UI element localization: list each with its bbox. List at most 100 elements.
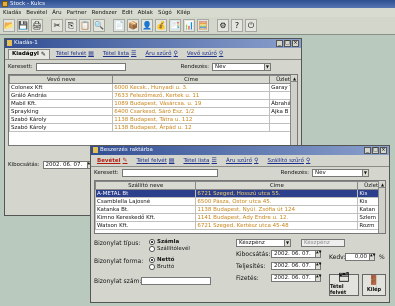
payment-select[interactable]: Készpénz ▼ xyxy=(236,239,291,247)
doc-number-input[interactable] xyxy=(141,277,211,285)
tab-kiadagyl[interactable]: Kiadágyl ✎ xyxy=(8,48,50,59)
chevron-down-icon[interactable]: ▼ xyxy=(361,169,369,177)
radio-szallitolevel[interactable]: Szállítólevél xyxy=(149,246,190,252)
cell-address: 6721 Szeged, Kertész utca 45-48 xyxy=(195,221,359,230)
payment-date-value: 2002. 06. 07. xyxy=(271,274,315,282)
scroll-up-icon[interactable]: ▲ xyxy=(379,181,385,188)
search-icon[interactable]: 🔍 xyxy=(93,19,105,32)
cell-address: 6000 Kecsk., Hunyadi u. 3. xyxy=(112,83,271,92)
cut-icon[interactable]: ✂ xyxy=(51,19,63,32)
tab-aru-szuro[interactable]: Áru szűrő ⚲ xyxy=(142,49,181,58)
settings-icon[interactable]: ⚙ xyxy=(217,19,229,32)
window-icon xyxy=(93,147,98,153)
exit-icon[interactable]: ⏻ xyxy=(245,19,257,32)
radio-szamla[interactable]: Számla xyxy=(149,239,190,245)
report-icon[interactable]: 📑 xyxy=(169,19,181,32)
cell-address: 1138 Budapest, Tátra u. 112 xyxy=(112,115,271,124)
table-row[interactable]: Watson Kft. 6721 Szeged, Kertész utca 45-… xyxy=(95,221,385,230)
discount-field[interactable]: 0,00 ▲▼ xyxy=(345,253,375,261)
fulfil-date-field[interactable]: 2002. 06. 07. ▲▼ xyxy=(271,262,321,270)
table-row[interactable]: Colonex Kft 6000 Kecsk., Hunyadi u. 3. Gar… xyxy=(9,83,297,92)
issue-date-field[interactable]: 2002. 06. 07. ▲▼ xyxy=(42,161,93,169)
menu-sugo[interactable]: Súgó xyxy=(158,10,172,16)
tab-vevo-szuro[interactable]: Vevő szűrő ⚲ xyxy=(184,49,226,58)
table-row-selected[interactable]: A-METAL Bt 6721 Szeged, Hosszú utca 55. Ki… xyxy=(95,189,385,198)
column-header[interactable]: Vevő neve xyxy=(9,75,114,84)
paste-icon[interactable]: 📋 xyxy=(79,19,91,32)
radio-brutto[interactable]: Bruttó xyxy=(149,264,174,270)
chevron-down-icon[interactable]: ▼ xyxy=(263,63,271,71)
close-button[interactable]: × xyxy=(292,40,299,47)
filter-icon: ⚲ xyxy=(173,50,178,57)
column-header[interactable]: Szállító neve xyxy=(95,181,197,190)
sort-select[interactable]: Név ▼ xyxy=(311,169,369,177)
spin-icon[interactable]: ▲▼ xyxy=(369,253,375,261)
column-header[interactable]: Címe xyxy=(112,75,271,84)
maximize-button[interactable]: □ xyxy=(284,40,291,47)
table-row[interactable]: Katanka Bt. 1138 Budapest, Nyúl. Zsófia ú… xyxy=(95,205,385,214)
discount-value: 0,00 xyxy=(345,253,369,261)
chevron-down-icon[interactable]: ▼ xyxy=(284,239,291,247)
cell-name: Mabil Kft. xyxy=(9,99,114,108)
menu-partner[interactable]: Partner xyxy=(67,10,87,16)
table-row[interactable]: Szabó Károly 1138 Budapest, Árpád u. 12 xyxy=(9,123,297,132)
chart-icon[interactable]: 📊 xyxy=(183,19,195,32)
menu-rendszer[interactable]: Rendszer xyxy=(92,10,117,16)
table-row[interactable]: Sprayking 6400 Csarkesd, Sáró Esz. 1/2 Ajk… xyxy=(9,107,297,116)
vertical-scrollbar[interactable]: ▲ xyxy=(290,75,297,145)
spin-icon[interactable]: ▲▼ xyxy=(315,262,321,270)
issue-date-field[interactable]: 2002. 06. 07. ▲▼ xyxy=(271,250,321,258)
vertical-scrollbar[interactable]: ▲ xyxy=(378,181,385,233)
cash-icon[interactable]: 💰 xyxy=(155,19,167,32)
tab-tetel-felvet[interactable]: Tétel felvét ▤ xyxy=(134,156,178,165)
print-icon[interactable]: 🖨 xyxy=(31,19,43,32)
table-row[interactable]: Mabil Kft. 1089 Budapest, Vásárcsa. u. 19… xyxy=(9,99,297,108)
menu-aru[interactable]: Áru xyxy=(52,10,62,16)
table-row[interactable]: Csamblella Lajosné 6500 Pásza, Ostor utca… xyxy=(95,197,385,206)
spin-icon[interactable]: ▲▼ xyxy=(315,250,321,258)
tab-tetel-lista[interactable]: Tétel lista ☰ xyxy=(180,156,219,165)
minimize-button[interactable]: _ xyxy=(276,40,283,47)
menu-bevetel[interactable]: Bevétel xyxy=(26,10,47,16)
window-title: Kiadás-1 xyxy=(14,40,38,46)
close-button[interactable]: × xyxy=(380,147,387,154)
column-header[interactable]: Címe xyxy=(195,181,359,190)
tab-aru-szuro[interactable]: Áru szűrő ⚲ xyxy=(223,156,262,165)
minimize-button[interactable]: _ xyxy=(364,147,371,154)
radio-netto[interactable]: Nettó xyxy=(149,257,174,263)
add-item-button[interactable]: 🗂 Tétel felvét xyxy=(329,274,359,296)
sort-select[interactable]: Név ▼ xyxy=(211,63,271,71)
copy-icon[interactable]: ⎘ xyxy=(65,19,77,32)
search-label: Keresett: xyxy=(94,170,119,176)
maximize-button[interactable]: □ xyxy=(372,147,379,154)
tab-tetel-lista[interactable]: Tétel lista ☰ xyxy=(100,49,139,58)
table-row[interactable]: Kimno Kereskedő Kft. 1141 Budapest, Ady E… xyxy=(95,213,385,222)
table-row[interactable]: Szabó Károly 1138 Budapest, Tátra u. 112 xyxy=(9,115,297,124)
table-row[interactable]: Gráló András 7633 Felezőmező, Kertek u. 1… xyxy=(9,91,297,100)
menu-ablak[interactable]: Ablak xyxy=(138,10,153,16)
search-input[interactable] xyxy=(35,63,126,71)
filter-icon: ⚲ xyxy=(218,50,224,57)
invoice-icon[interactable]: 📄 xyxy=(113,19,125,32)
menu-kiadas[interactable]: Kiadás xyxy=(3,10,21,16)
help-icon[interactable]: ? xyxy=(231,19,243,32)
folder-icon[interactable]: 📂 xyxy=(3,19,15,32)
search-input[interactable] xyxy=(121,169,218,177)
menu-edit[interactable]: Edit xyxy=(122,10,133,16)
exit-button[interactable]: 🚪 Kilép xyxy=(362,274,386,296)
spin-icon[interactable]: ▲▼ xyxy=(315,274,321,282)
partner-icon[interactable]: 👤 xyxy=(141,19,153,32)
scroll-up-icon[interactable]: ▲ xyxy=(291,75,297,82)
payment-display: Készpénz xyxy=(301,239,345,247)
save-icon[interactable]: 💾 xyxy=(17,19,29,32)
cell-address: 1089 Budapest, Vásárcsa. u. 19 xyxy=(112,99,271,108)
box-icon[interactable]: 📦 xyxy=(127,19,139,32)
cell-address: 1138 Budapest, Nyúl. Zsófia út 124 xyxy=(195,205,359,214)
tab-bevetel[interactable]: Bevétel ✎ xyxy=(94,156,131,165)
cell-name: A-METAL Bt xyxy=(95,189,197,198)
menu-kilep[interactable]: Kilép xyxy=(177,10,191,16)
payment-date-field[interactable]: 2002. 06. 07. ▲▼ xyxy=(271,274,321,282)
tab-szallito-szuro[interactable]: Szállító szűrő ⚲ xyxy=(264,156,313,165)
tab-tetel-felvet[interactable]: Tétel felvét ▤ xyxy=(53,49,97,58)
calc-icon[interactable]: 🧮 xyxy=(197,19,209,32)
